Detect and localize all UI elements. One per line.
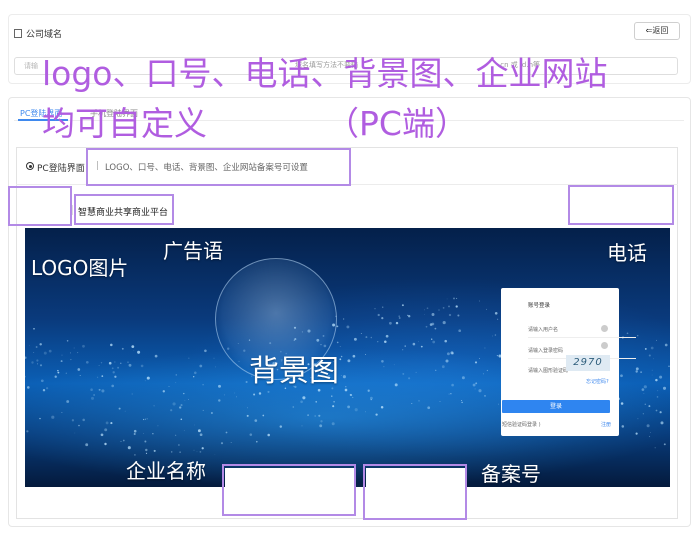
clear-username-icon[interactable] xyxy=(601,325,608,332)
clear-password-icon[interactable] xyxy=(601,342,608,349)
back-button[interactable]: ⇐返回 xyxy=(634,22,680,40)
register-link[interactable]: 注册 xyxy=(601,421,611,428)
captcha-placeholder: 请输入图形验证码 xyxy=(528,368,569,374)
icp-label: 备案号 xyxy=(481,462,541,486)
slogan-label: 广告语 xyxy=(163,239,223,263)
annotation-box-description xyxy=(86,148,351,186)
phone-label: 电话 xyxy=(607,241,647,265)
background-label: 背景图 xyxy=(249,354,339,389)
username-placeholder: 请输入用户名 xyxy=(528,327,559,333)
sms-login-link[interactable]: 短信验证码登录 ) xyxy=(502,421,541,428)
annotation-line-1: logo、口号、电话、背景图、企业网站 xyxy=(42,54,608,93)
company-name-label: 企业名称 xyxy=(126,459,206,483)
annotation-box-slogan xyxy=(74,194,174,225)
login-submit-button[interactable]: 登录 xyxy=(502,400,610,413)
logo-label: LOGO图片 xyxy=(31,256,129,280)
domain-input-placeholder: 请输 xyxy=(24,62,38,70)
annotation-box-company xyxy=(222,464,356,516)
forgot-password-link[interactable]: 忘记密码? xyxy=(586,378,609,385)
username-field[interactable]: 请输入用户名 xyxy=(528,323,636,338)
annotation-line-3: （PC端） xyxy=(326,104,468,143)
pc-login-radio[interactable] xyxy=(26,162,34,170)
radio-label: PC登陆界面 xyxy=(37,164,85,174)
annotation-box-phone xyxy=(568,185,674,225)
captcha-image[interactable]: 2970 xyxy=(566,355,610,371)
password-placeholder: 请输入登录密码 xyxy=(528,348,564,354)
domain-title: 公司域名 xyxy=(14,27,62,40)
annotation-box-icp xyxy=(363,464,467,520)
annotation-box-logo xyxy=(8,186,72,226)
annotation-line-2: 均可自定义 xyxy=(42,104,207,143)
document-icon xyxy=(14,29,22,38)
login-title: 账号登录 xyxy=(528,303,551,309)
domain-title-text: 公司域名 xyxy=(26,30,63,40)
